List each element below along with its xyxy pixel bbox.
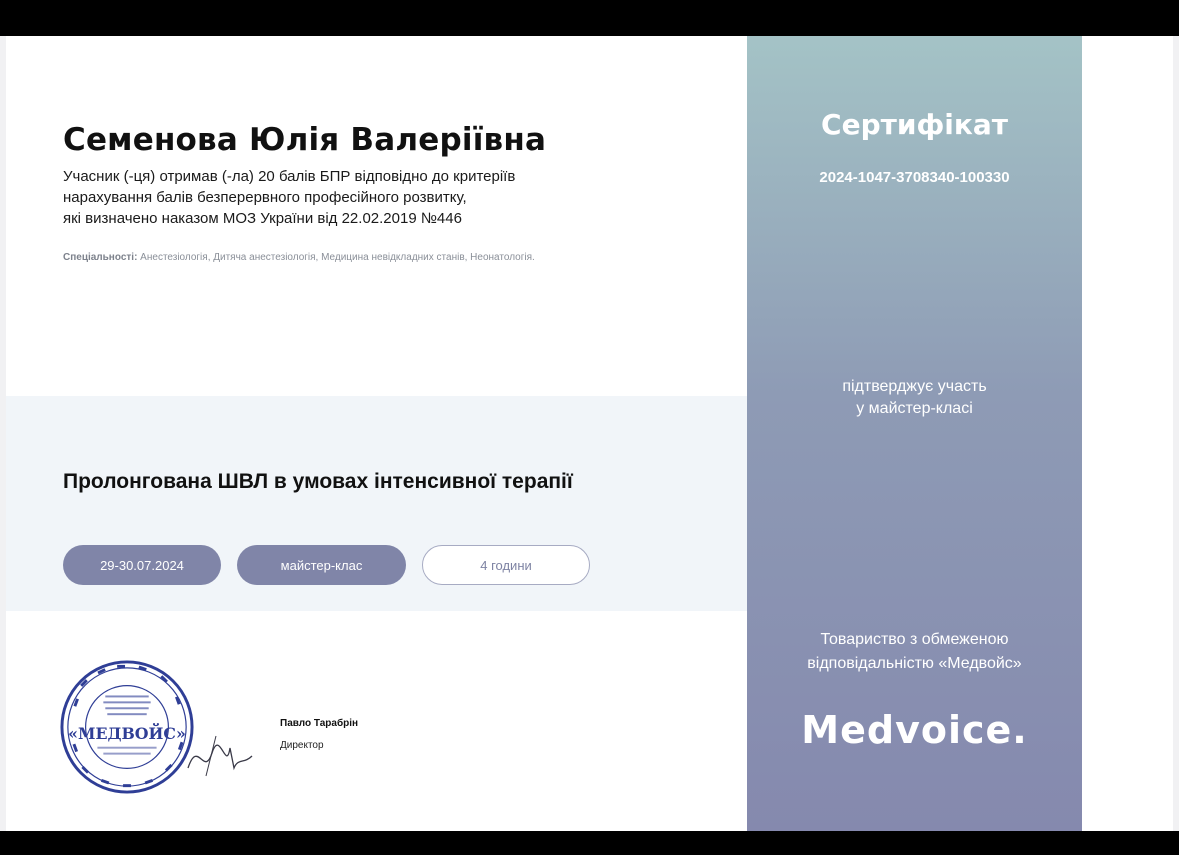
company-seal: «МЕДВОЙС» xyxy=(60,660,194,794)
description-line: Учасник (-ця) отримав (-ла) 20 балів БПР… xyxy=(63,168,516,185)
specialties-label: Спеціальності: xyxy=(63,252,138,263)
signer-role: Директор xyxy=(280,740,324,751)
certificate-page: Семенова Юлія Валеріївна Учасник (-ця) о… xyxy=(6,36,1173,831)
specialties-value: Анестезіологія, Дитяча анестезіологія, М… xyxy=(137,252,535,263)
confirmation-line: підтверджує участь xyxy=(842,378,987,395)
format-badge: майстер-клас xyxy=(237,545,406,585)
seal-text: «МЕДВОЙС» xyxy=(68,722,186,743)
confirmation-line: у майстер-класі xyxy=(856,400,973,417)
course-title: Пролонгована ШВЛ в умовах інтенсивної те… xyxy=(63,470,573,493)
description-line: які визначено наказом МОЗ України від 22… xyxy=(63,210,462,227)
director-signature xyxy=(187,735,253,777)
award-description: Учасник (-ця) отримав (-ла) 20 балів БПР… xyxy=(63,166,623,229)
signer-name: Павло Тарабрін xyxy=(280,718,359,729)
date-badge: 29-30.07.2024 xyxy=(63,545,221,585)
confirmation-text: підтверджує участь у майстер-класі xyxy=(747,376,1082,420)
specialties: Спеціальності: Анестезіологія, Дитяча ан… xyxy=(63,252,703,263)
certificate-sheet: Семенова Юлія Валеріївна Учасник (-ця) о… xyxy=(0,36,1179,831)
recipient-name: Семенова Юлія Валеріївна xyxy=(63,122,547,158)
duration-badge: 4 години xyxy=(422,545,590,585)
certificate-side-panel: Сертифікат 2024-1047-3708340-100330 підт… xyxy=(747,36,1082,831)
certificate-title: Сертифікат xyxy=(821,108,1008,141)
certificate-number: 2024-1047-3708340-100330 xyxy=(819,169,1010,186)
description-line: нарахування балів безперервного професій… xyxy=(63,189,467,206)
organization-line: Товариство з обмеженою xyxy=(820,631,1009,648)
brand-logo: Medvoice. xyxy=(801,708,1028,752)
organization-name: Товариство з обмеженою відповідальністю … xyxy=(747,628,1082,676)
organization-line: відповідальністю «Медвойс» xyxy=(807,655,1022,672)
